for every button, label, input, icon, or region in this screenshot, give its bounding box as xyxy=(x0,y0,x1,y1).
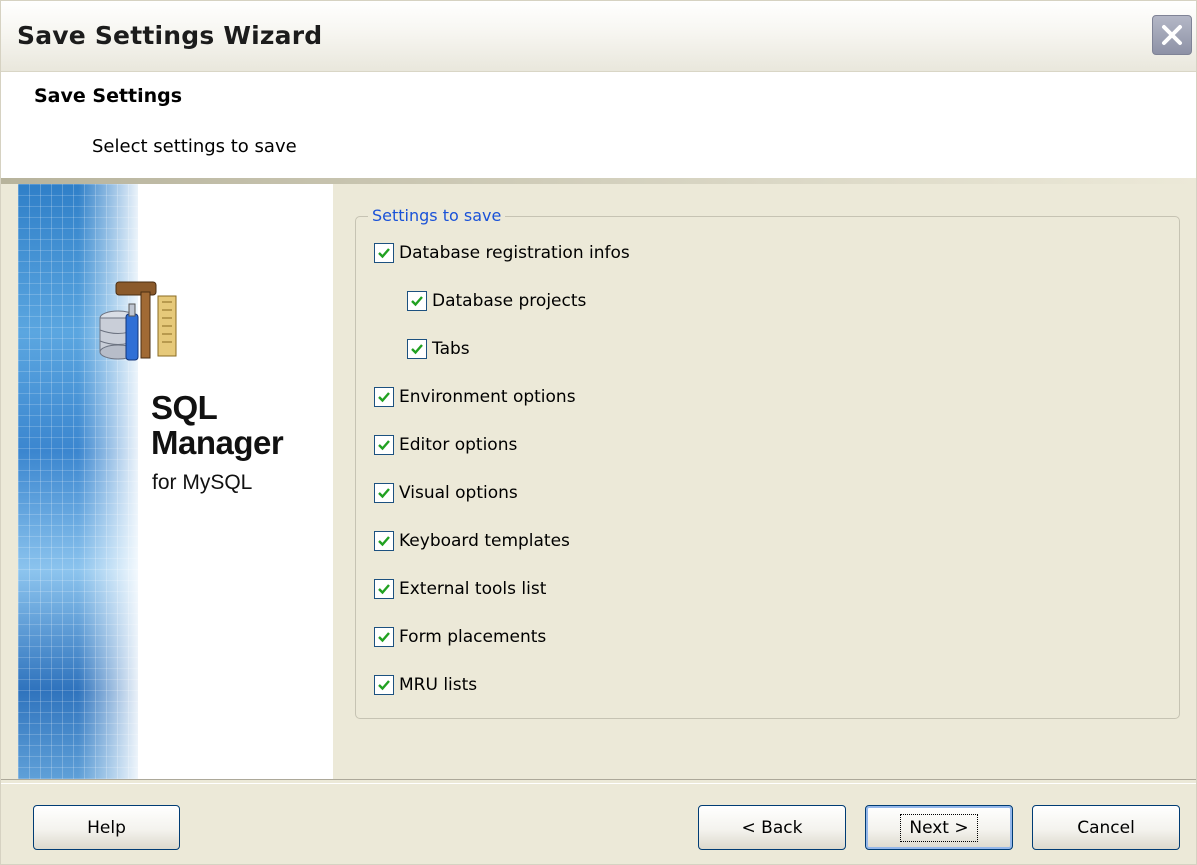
check-icon xyxy=(378,488,390,499)
checkbox-box[interactable] xyxy=(374,627,394,647)
checkbox-tabs[interactable]: Tabs xyxy=(407,337,470,361)
checkbox-mru-lists[interactable]: MRU lists xyxy=(374,673,477,697)
help-button-label: Help xyxy=(87,817,126,838)
next-button-label: Next > xyxy=(900,813,978,842)
product-banner: SQL Manager for MySQL xyxy=(18,184,333,779)
database-tools-icon xyxy=(99,281,177,361)
checkbox-box[interactable] xyxy=(374,483,394,503)
title-bar[interactable]: Save Settings Wizard xyxy=(1,1,1196,72)
checkbox-label: Keyboard templates xyxy=(399,531,570,551)
wizard-header: Save Settings Select settings to save xyxy=(1,72,1196,178)
checkbox-environment-options[interactable]: Environment options xyxy=(374,385,576,409)
checkbox-label: External tools list xyxy=(399,579,547,599)
check-icon xyxy=(378,536,390,547)
cancel-button-label: Cancel xyxy=(1077,817,1135,838)
checkbox-form-placements[interactable]: Form placements xyxy=(374,625,546,649)
checkbox-keyboard-templates[interactable]: Keyboard templates xyxy=(374,529,570,553)
product-name-line3: for MySQL xyxy=(152,471,253,494)
check-icon xyxy=(378,248,390,259)
checkbox-label: Database registration infos xyxy=(399,243,630,263)
checkbox-editor-options[interactable]: Editor options xyxy=(374,433,517,457)
checkbox-box[interactable] xyxy=(407,291,427,311)
checkbox-box[interactable] xyxy=(374,387,394,407)
close-button[interactable] xyxy=(1152,15,1192,55)
wizard-window: Save Settings Wizard Save Settings Selec… xyxy=(0,0,1197,865)
checkbox-label: Tabs xyxy=(432,339,470,359)
checkbox-box[interactable] xyxy=(407,339,427,359)
checkbox-visual-options[interactable]: Visual options xyxy=(374,481,518,505)
back-button[interactable]: < Back xyxy=(698,805,846,850)
checkbox-box[interactable] xyxy=(374,435,394,455)
footer-divider xyxy=(1,779,1196,784)
checkbox-box[interactable] xyxy=(374,675,394,695)
checkbox-box[interactable] xyxy=(374,243,394,263)
close-icon xyxy=(1162,25,1182,45)
settings-group-legend: Settings to save xyxy=(368,206,506,225)
back-button-label: < Back xyxy=(741,817,803,838)
check-icon xyxy=(378,392,390,403)
checkbox-box[interactable] xyxy=(374,579,394,599)
product-name-line1: SQL xyxy=(151,389,218,426)
checkbox-box[interactable] xyxy=(374,531,394,551)
page-title: Save Settings xyxy=(34,85,183,107)
checkbox-label: Editor options xyxy=(399,435,518,455)
checkbox-label: MRU lists xyxy=(399,675,478,695)
checkbox-database-registration-infos[interactable]: Database registration infos xyxy=(374,241,630,265)
help-button[interactable]: Help xyxy=(33,805,180,850)
check-icon xyxy=(411,344,423,355)
checkbox-external-tools-list[interactable]: External tools list xyxy=(374,577,546,601)
check-icon xyxy=(378,632,390,643)
checkbox-label: Database projects xyxy=(432,291,587,311)
checkbox-label: Visual options xyxy=(399,483,518,503)
window-title: Save Settings Wizard xyxy=(17,21,323,50)
next-button[interactable]: Next > xyxy=(865,805,1013,850)
check-icon xyxy=(378,440,390,451)
product-name-line2: Manager xyxy=(151,424,284,461)
checkbox-label: Environment options xyxy=(399,387,576,407)
checkbox-database-projects[interactable]: Database projects xyxy=(407,289,586,313)
checkbox-label: Form placements xyxy=(399,627,547,647)
cancel-button[interactable]: Cancel xyxy=(1032,805,1180,850)
check-icon xyxy=(411,296,423,307)
page-subtitle: Select settings to save xyxy=(92,136,297,157)
check-icon xyxy=(378,680,390,691)
check-icon xyxy=(378,584,390,595)
